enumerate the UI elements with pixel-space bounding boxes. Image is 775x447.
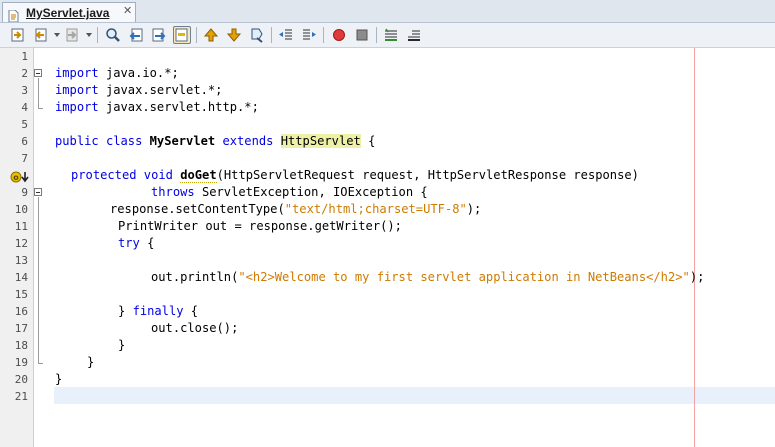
code-line: } (87, 355, 95, 369)
stop-macro-icon[interactable] (353, 26, 371, 44)
line-number: 21 (14, 390, 28, 403)
line-number: 4 (21, 101, 28, 114)
line-number: 19 (14, 356, 28, 369)
forward-icon[interactable] (63, 26, 81, 44)
line-number: 9 (21, 186, 28, 199)
code-line: try { (118, 236, 155, 250)
code-line: throws ServletException, IOException { (151, 185, 428, 199)
line-number: 15 (14, 288, 28, 301)
back-dropdown-icon[interactable] (54, 33, 60, 37)
code-line: response.setContentType("text/html;chars… (110, 202, 482, 216)
line-number: 10 (14, 203, 28, 216)
line-number: 16 (14, 305, 28, 318)
toggle-bookmark-icon[interactable] (248, 26, 266, 44)
line-number: 3 (21, 84, 28, 97)
line-number: 5 (21, 118, 28, 131)
find-next-icon[interactable] (150, 26, 168, 44)
editor-tab-bar: MyServlet.java ✕ (0, 0, 775, 23)
code-line: protected void doGet(HttpServletRequest … (71, 168, 639, 183)
line-number: 11 (14, 220, 28, 233)
editor-toolbar (0, 23, 775, 48)
code-line: import java.io.*; (55, 66, 179, 80)
tab-myservlet-java[interactable]: MyServlet.java ✕ (2, 2, 136, 23)
find-icon[interactable] (104, 26, 122, 44)
right-margin-line (694, 48, 695, 447)
line-number: 7 (21, 152, 28, 165)
code-line: out.println("<h2>Welcome to my first ser… (151, 270, 705, 284)
override-annotation-icon[interactable]: o (10, 169, 30, 183)
back-icon[interactable] (32, 26, 50, 44)
shift-right-icon[interactable] (300, 26, 318, 44)
start-macro-icon[interactable] (330, 26, 348, 44)
fold-toggle-icon[interactable] (34, 188, 42, 196)
toggle-highlight-icon[interactable] (173, 26, 191, 44)
uncomment-icon[interactable] (405, 26, 423, 44)
line-number: 14 (14, 271, 28, 284)
code-line: out.close(); (151, 321, 239, 335)
tab-label: MyServlet.java (26, 6, 110, 20)
forward-dropdown-icon[interactable] (86, 33, 92, 37)
line-number: 20 (14, 373, 28, 386)
code-line: public class MyServlet extends HttpServl… (55, 134, 376, 148)
line-number: 13 (14, 254, 28, 267)
line-number: 1 (21, 50, 28, 63)
code-line: import javax.servlet.http.*; (55, 100, 259, 114)
code-line: } (118, 338, 126, 352)
line-number: 6 (21, 135, 28, 148)
java-file-icon (8, 7, 19, 23)
code-line: import javax.servlet.*; (55, 83, 223, 97)
code-line: } (55, 372, 63, 386)
line-number: 2 (21, 67, 28, 80)
code-line: } finally { (118, 304, 199, 318)
comment-icon[interactable] (382, 26, 400, 44)
close-icon[interactable]: ✕ (123, 4, 132, 17)
line-number: 17 (14, 322, 28, 335)
find-previous-icon[interactable] (127, 26, 145, 44)
last-edit-icon[interactable] (9, 26, 27, 44)
previous-bookmark-icon[interactable] (202, 26, 220, 44)
current-line-highlight (54, 387, 775, 404)
next-bookmark-icon[interactable] (225, 26, 243, 44)
shift-left-icon[interactable] (277, 26, 295, 44)
fold-toggle-icon[interactable] (34, 69, 42, 77)
svg-text:o: o (13, 173, 19, 182)
line-number: 18 (14, 339, 28, 352)
code-line: PrintWriter out = response.getWriter(); (118, 219, 402, 233)
line-number: 12 (14, 237, 28, 250)
superclass-highlight: HttpServlet (280, 134, 361, 148)
